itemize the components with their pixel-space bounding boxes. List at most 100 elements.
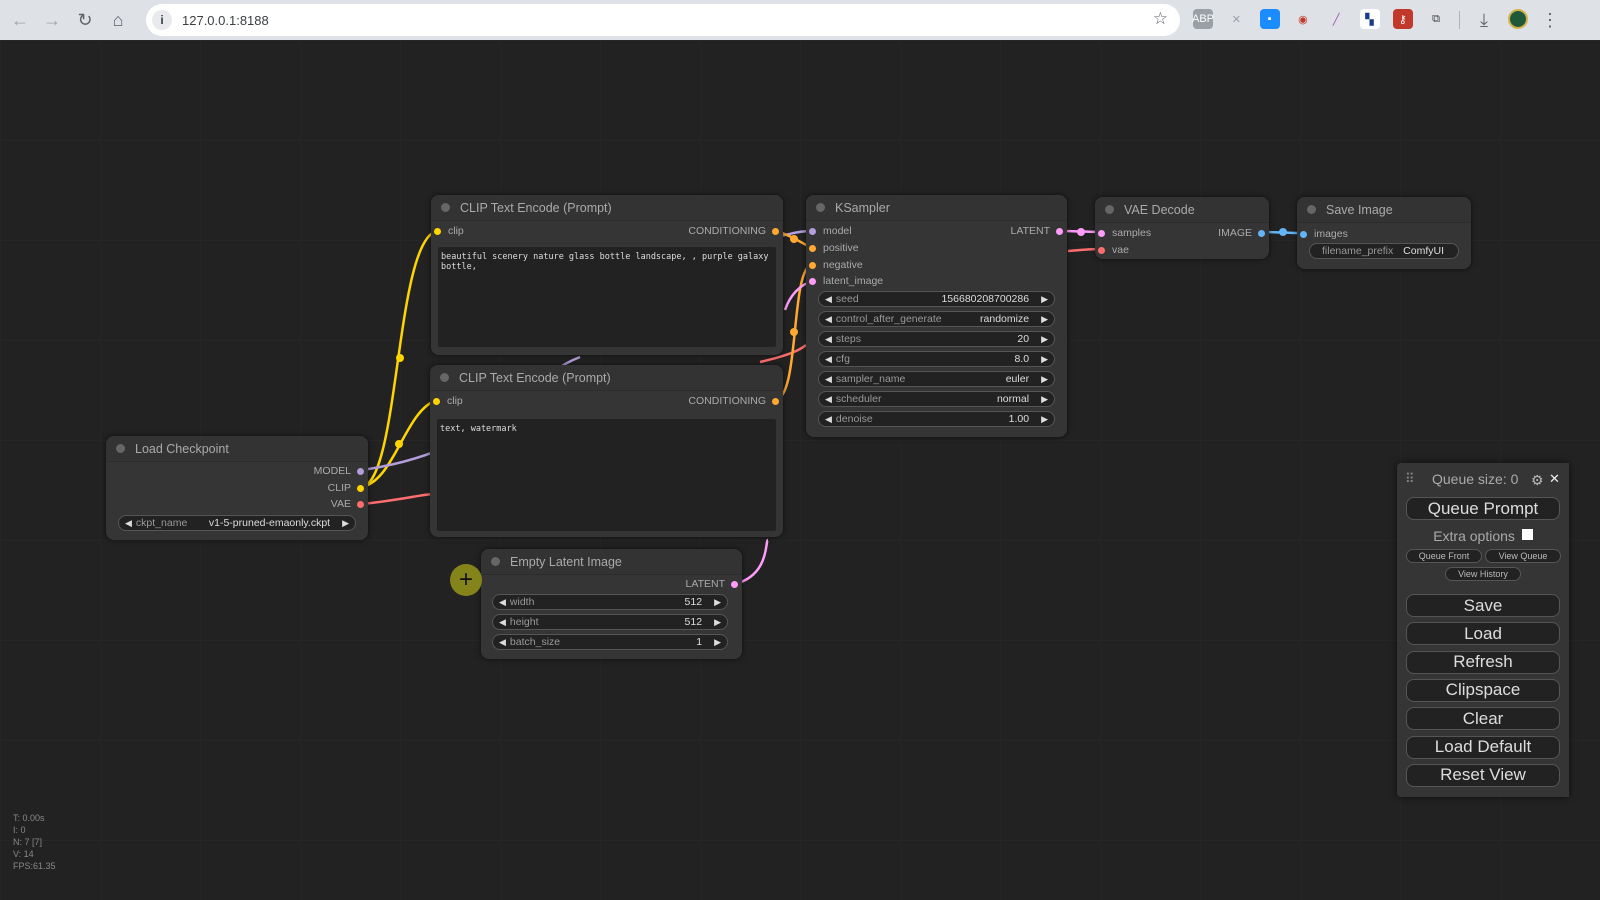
browser-menu-button[interactable]: ⋮ [1534,4,1566,36]
widget-seed[interactable]: ◀ seed 156680208700286 ▶ [818,291,1055,307]
widget-control-after-generate[interactable]: ◀ control_after_generate randomize ▶ [818,311,1055,327]
abp-extension-icon[interactable]: ABP [1192,9,1214,29]
arrow-left-icon[interactable]: ◀ [499,617,506,628]
key-extension-icon[interactable]: ⚷ [1392,9,1413,29]
reset-view-button[interactable]: Reset View [1406,763,1560,787]
load-button[interactable]: Load [1406,622,1560,646]
pen-extension-icon[interactable]: ╱ [1326,9,1346,29]
node-save-image[interactable]: Save Image images filename_prefix ComfyU… [1297,197,1471,269]
arrow-left-icon[interactable]: ◀ [825,334,832,345]
arrow-right-icon[interactable]: ▶ [1041,374,1048,385]
bookmark-star-icon[interactable]: ☆ [1153,9,1168,29]
chart-extension-icon[interactable]: ◉ [1293,9,1313,29]
collapse-dot-icon[interactable] [1105,205,1114,214]
collapse-dot-icon[interactable] [440,373,449,382]
input-slot-clip[interactable]: clip [434,224,464,238]
extra-options-checkbox[interactable] [1521,529,1533,540]
drag-handle-icon[interactable]: ⠿ [1405,471,1415,487]
node-vae-decode[interactable]: VAE Decode samples vae IMAGE [1095,197,1269,259]
collapse-dot-icon[interactable] [491,557,500,566]
widget-batch-size[interactable]: ◀ batch_size 1 ▶ [492,634,728,650]
close-icon[interactable]: ✕ [1549,471,1560,487]
widget-steps[interactable]: ◀ steps 20 ▶ [818,331,1055,347]
node-clip-text-encode-positive[interactable]: CLIP Text Encode (Prompt) clip CONDITION… [431,195,783,355]
arrow-right-icon[interactable]: ▶ [714,617,721,628]
arrow-left-icon[interactable]: ◀ [825,314,832,325]
input-slot-images[interactable]: images [1300,227,1348,241]
gear-icon[interactable]: ⚙ [1531,472,1544,489]
load-default-button[interactable]: Load Default [1406,735,1560,759]
collapse-dot-icon[interactable] [116,444,125,453]
widget-width[interactable]: ◀ width 512 ▶ [492,594,728,610]
site-info-icon[interactable]: i [152,10,172,30]
output-slot-clip[interactable]: CLIP [328,481,364,495]
arrow-left-icon[interactable]: ◀ [825,354,832,365]
output-slot-conditioning[interactable]: CONDITIONING [688,224,779,238]
arrow-right-icon[interactable]: ▶ [1041,294,1048,305]
arrow-left-icon[interactable]: ◀ [125,518,132,529]
arrow-right-icon[interactable]: ▶ [1041,414,1048,425]
input-slot-latent-image[interactable]: latent_image [809,274,883,288]
arrow-right-icon[interactable]: ▶ [1041,394,1048,405]
blue-square-extension-icon[interactable]: ▪ [1259,9,1280,29]
forward-button[interactable]: → [36,4,68,36]
output-slot-vae[interactable]: VAE [331,497,364,511]
home-button[interactable]: ⌂ [102,4,134,36]
input-slot-clip[interactable]: clip [433,394,463,408]
input-slot-samples[interactable]: samples [1098,226,1151,240]
grid-extension-icon[interactable]: ▚ [1359,9,1380,29]
arrow-right-icon[interactable]: ▶ [1041,354,1048,365]
input-slot-vae[interactable]: vae [1098,243,1129,257]
reload-button[interactable]: ↻ [69,4,101,36]
output-slot-model[interactable]: MODEL [314,464,364,478]
widget-denoise[interactable]: ◀ denoise 1.00 ▶ [818,411,1055,427]
output-slot-latent[interactable]: LATENT [686,577,738,591]
widget-scheduler[interactable]: ◀ scheduler normal ▶ [818,391,1055,407]
collapse-dot-icon[interactable] [1307,205,1316,214]
widget-ckpt-name[interactable]: ◀ ckpt_name v1-5-pruned-emaonly.ckpt ▶ [118,515,356,531]
queue-prompt-button[interactable]: Queue Prompt [1406,497,1560,520]
arrow-right-icon[interactable]: ▶ [714,637,721,648]
arrow-left-icon[interactable]: ◀ [825,394,832,405]
arrow-right-icon[interactable]: ▶ [1041,334,1048,345]
output-slot-conditioning[interactable]: CONDITIONING [688,394,779,408]
downloads-button[interactable]: ⤓ [1468,4,1500,36]
clipspace-button[interactable]: Clipspace [1406,678,1560,702]
arrow-right-icon[interactable]: ▶ [342,518,349,529]
widget-sampler-name[interactable]: ◀ sampler_name euler ▶ [818,371,1055,387]
save-button[interactable]: Save [1406,594,1560,617]
view-history-button[interactable]: View History [1445,567,1521,581]
node-empty-latent-image[interactable]: Empty Latent Image LATENT ◀ width 512 ▶ … [481,549,742,659]
back-button[interactable]: ← [4,4,36,36]
arrow-left-icon[interactable]: ◀ [825,294,832,305]
arrow-right-icon[interactable]: ▶ [714,597,721,608]
widget-filename-prefix[interactable]: filename_prefix ComfyUI [1309,243,1459,259]
puzzle-extension-icon[interactable]: ⧉ [1426,9,1446,29]
output-slot-latent[interactable]: LATENT [1011,224,1063,238]
queue-front-button[interactable]: Queue Front [1406,549,1482,563]
profile-avatar[interactable] [1508,9,1528,29]
input-slot-positive[interactable]: positive [809,241,859,255]
arrow-left-icon[interactable]: ◀ [825,374,832,385]
arrow-left-icon[interactable]: ◀ [499,597,506,608]
input-slot-negative[interactable]: negative [809,258,863,272]
collapse-dot-icon[interactable] [816,203,825,212]
arrow-left-icon[interactable]: ◀ [825,414,832,425]
widget-height[interactable]: ◀ height 512 ▶ [492,614,728,630]
refresh-button[interactable]: Refresh [1406,650,1560,674]
view-queue-button[interactable]: View Queue [1485,549,1561,563]
x-extension-icon[interactable]: ✕ [1226,9,1246,29]
widget-cfg[interactable]: ◀ cfg 8.0 ▶ [818,351,1055,367]
address-bar[interactable]: i 127.0.0.1:8188 ☆ [146,4,1180,36]
clear-button[interactable]: Clear [1406,707,1560,731]
input-slot-model[interactable]: model [809,224,852,238]
arrow-left-icon[interactable]: ◀ [499,637,506,648]
node-load-checkpoint[interactable]: Load Checkpoint MODEL CLIP VAE ◀ ckpt_na… [106,436,368,540]
output-slot-image[interactable]: IMAGE [1218,226,1265,240]
prompt-textarea[interactable]: beautiful scenery nature glass bottle la… [438,247,776,347]
arrow-right-icon[interactable]: ▶ [1041,314,1048,325]
node-ksampler[interactable]: KSampler model positive negative latent_… [806,195,1067,437]
node-clip-text-encode-negative[interactable]: CLIP Text Encode (Prompt) clip CONDITION… [430,365,783,537]
url-text[interactable]: 127.0.0.1:8188 [182,13,269,28]
prompt-textarea[interactable]: text, watermark [437,419,776,531]
